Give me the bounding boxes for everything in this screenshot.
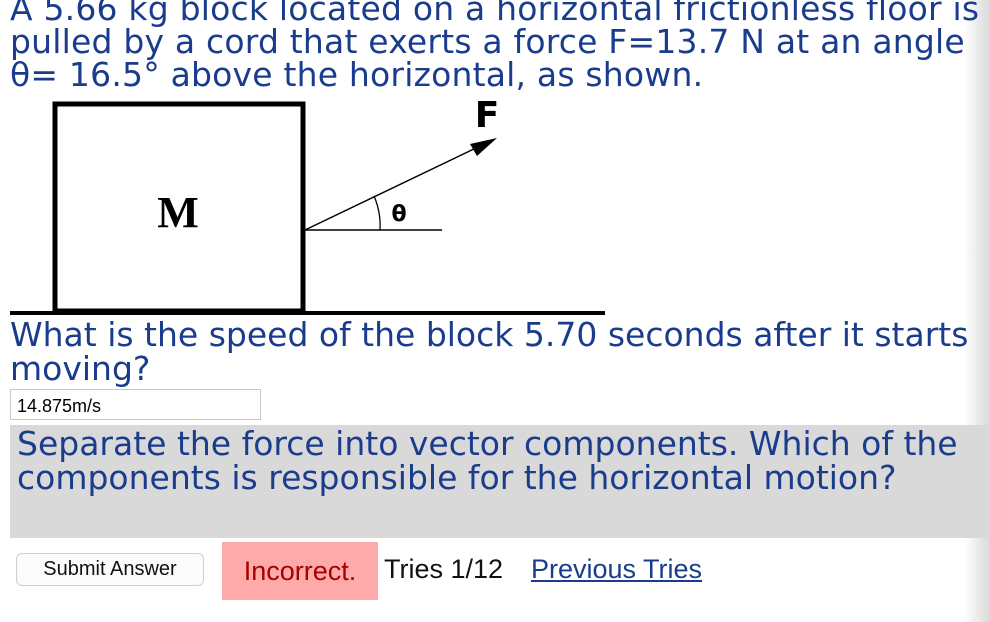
force-diagram: M θ F	[10, 95, 605, 315]
hint-text: Separate the force into vector component…	[17, 424, 958, 497]
block-label: M	[157, 188, 199, 237]
force-arrowhead-icon	[470, 138, 497, 156]
submit-answer-button[interactable]: Submit Answer	[16, 553, 204, 586]
answer-input[interactable]: 14.875m/s	[10, 389, 261, 420]
tries-counter: Tries 1/12	[384, 554, 504, 584]
previous-tries-link[interactable]: Previous Tries	[531, 554, 702, 585]
question-text: What is the speed of the block 5.70 seco…	[10, 315, 969, 388]
hint-box: Separate the force into vector component…	[10, 425, 990, 538]
problem-statement: A 5.66 kg block located on a horizontal …	[10, 0, 980, 94]
angle-arc	[373, 195, 381, 231]
force-label: F	[475, 95, 500, 136]
incorrect-status-badge: Incorrect.	[222, 542, 378, 600]
angle-label: θ	[391, 202, 406, 227]
